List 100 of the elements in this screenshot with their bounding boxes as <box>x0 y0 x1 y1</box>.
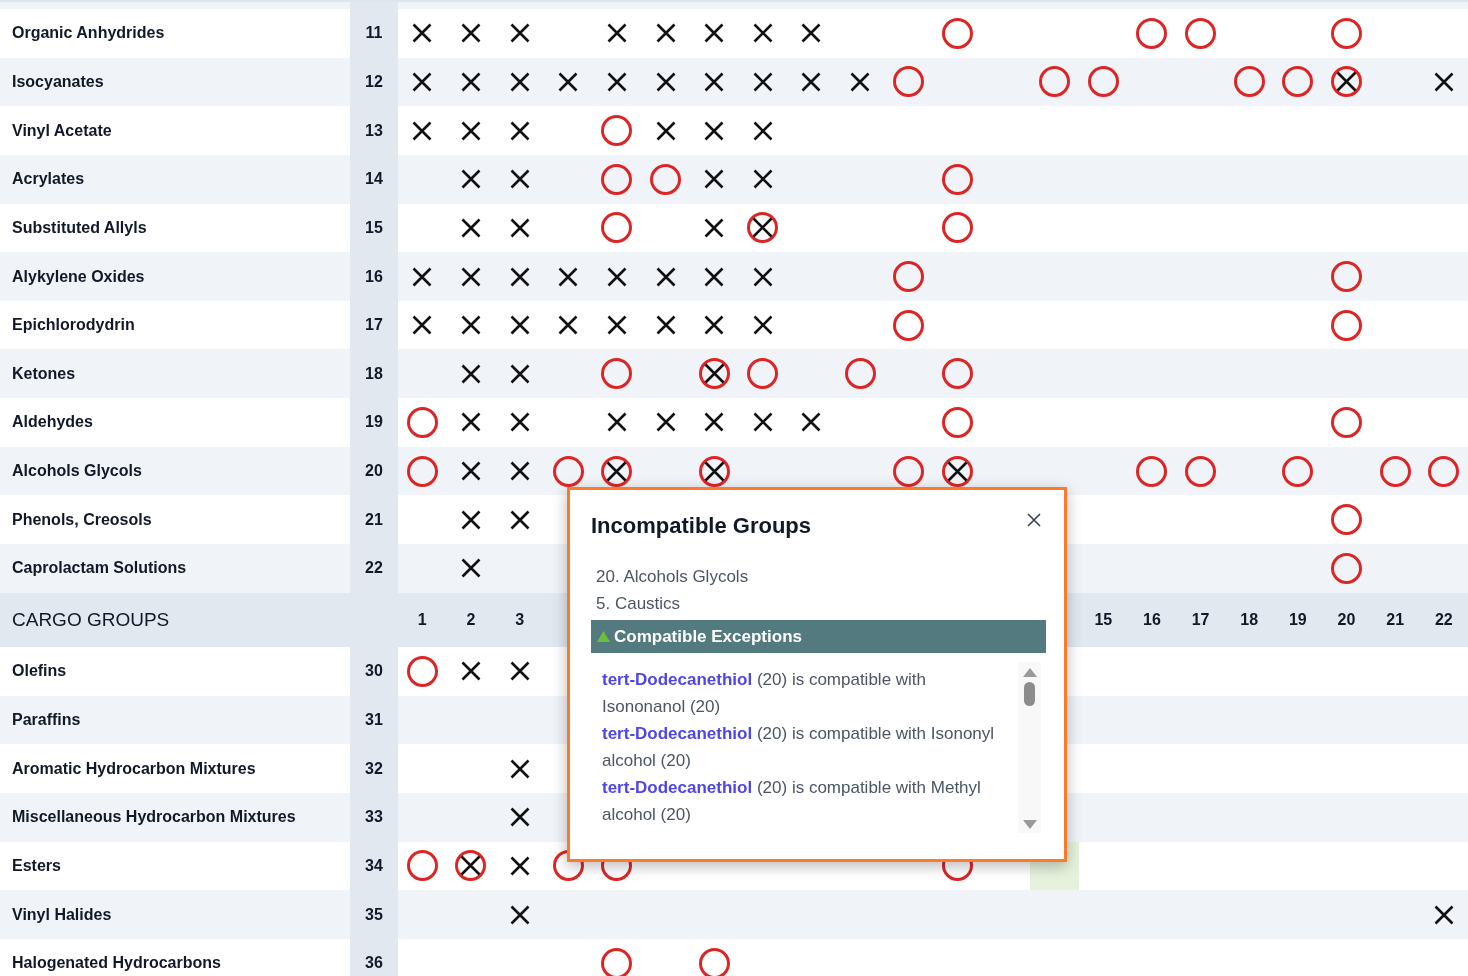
group-name: Halogenated Hydrocarbons <box>12 953 221 974</box>
cross-icon <box>655 23 676 44</box>
cross-icon <box>850 71 871 92</box>
crossed-circle-icon <box>1331 66 1362 98</box>
cross-icon <box>558 315 579 336</box>
cross-icon <box>412 266 433 287</box>
cross-icon <box>606 71 627 92</box>
cross-icon <box>460 217 481 238</box>
cross-icon <box>655 412 676 433</box>
cross-icon <box>752 315 773 336</box>
cross-icon <box>509 363 530 384</box>
group-number-cell: 16 <box>350 252 398 301</box>
circle-icon <box>601 358 633 390</box>
exception-sentence: tert-Dodecanethiol (20) is compatible with Methyl alcohol (20) <box>602 777 982 826</box>
scroll-up-arrow-icon[interactable] <box>1022 668 1037 677</box>
cross-icon <box>704 315 725 336</box>
cross-icon <box>606 412 627 433</box>
circle-icon <box>893 66 925 98</box>
circle-icon <box>1379 455 1411 487</box>
cross-icon <box>509 120 530 141</box>
cross-icon <box>704 120 725 141</box>
circle-icon <box>1233 66 1265 98</box>
scroll-down-arrow-icon[interactable] <box>1022 820 1037 829</box>
crossed-circle-icon <box>698 358 730 390</box>
circle-icon <box>941 406 973 438</box>
column-number: 20 <box>1337 609 1356 630</box>
group-name: Epichlorodydrin <box>12 315 135 336</box>
substance-link[interactable]: tert-Dodecanethiol <box>602 724 753 743</box>
circle-icon <box>406 455 438 487</box>
cross-icon <box>752 169 773 190</box>
cross-icon <box>801 23 822 44</box>
cross-icon <box>412 120 433 141</box>
cross-icon <box>752 412 773 433</box>
cross-icon <box>704 266 725 287</box>
group-number-cell: 18 <box>350 349 398 399</box>
incompatible-group: 20. Alcohols Glycols <box>596 563 1046 590</box>
circle-icon <box>941 17 973 49</box>
group-name: Alykylene Oxides <box>12 266 145 287</box>
group-number-cell: 34 <box>350 841 398 891</box>
cross-icon <box>509 217 530 238</box>
section-title: CARGO GROUPS <box>12 607 170 632</box>
circle-icon <box>406 406 438 438</box>
crossed-circle-icon <box>601 455 633 487</box>
substance-link[interactable]: tert-Dodecanethiol <box>602 670 753 689</box>
cross-icon <box>606 23 627 44</box>
cross-icon <box>460 71 481 92</box>
circle-icon <box>1282 66 1314 98</box>
exceptions-toggle[interactable]: Compatible Exceptions <box>591 620 1046 653</box>
column-number: 1 <box>417 609 427 630</box>
circle-icon <box>1185 17 1217 49</box>
circle-icon <box>1331 309 1362 341</box>
group-number-cell: 12 <box>350 57 398 107</box>
circle-icon <box>747 358 779 390</box>
cross-icon <box>509 509 530 530</box>
cross-icon <box>752 71 773 92</box>
circle-icon <box>601 163 633 195</box>
cross-icon <box>460 315 481 336</box>
group-number-cell: 11 <box>350 9 398 58</box>
cross-icon <box>460 23 481 44</box>
circle-icon <box>1087 66 1119 98</box>
cross-icon <box>509 315 530 336</box>
group-name: Ketones <box>12 363 76 384</box>
cross-icon <box>801 412 822 433</box>
group-number-cell: 31 <box>350 695 398 745</box>
circle-icon <box>601 212 633 244</box>
column-number: 19 <box>1288 609 1307 630</box>
column-number: 22 <box>1434 609 1453 630</box>
crossed-circle-icon <box>747 212 779 244</box>
group-name: Organic Anhydrides <box>12 23 165 44</box>
circle-icon <box>893 309 925 341</box>
cross-icon <box>509 855 530 876</box>
cross-icon <box>460 661 481 682</box>
group-number-cell: 20 <box>350 446 398 496</box>
cross-icon <box>704 217 725 238</box>
cross-icon <box>704 412 725 433</box>
circle-icon <box>844 358 876 390</box>
cross-icon <box>655 266 676 287</box>
scrollbar-thumb[interactable] <box>1024 682 1035 706</box>
circle-icon <box>601 115 633 147</box>
cross-icon <box>460 461 481 482</box>
group-name: Acrylates <box>12 169 85 190</box>
cross-icon <box>509 461 530 482</box>
cross-icon <box>655 315 676 336</box>
cross-icon <box>412 71 433 92</box>
circle-icon <box>406 655 438 687</box>
triangle-up-icon <box>597 631 610 642</box>
group-name: Aldehydes <box>12 412 93 433</box>
circle-icon <box>406 850 438 882</box>
column-number: 16 <box>1143 609 1161 630</box>
cross-icon <box>460 363 481 384</box>
substance-link[interactable]: tert-Dodecanethiol <box>602 778 753 797</box>
incompatible-group: 5. Caustics <box>596 590 1046 617</box>
circle-icon <box>1428 455 1460 487</box>
cross-icon <box>460 509 481 530</box>
cross-icon <box>606 315 627 336</box>
circle-icon <box>1136 17 1168 49</box>
cross-icon <box>460 120 481 141</box>
cross-icon <box>1433 71 1454 92</box>
cross-icon <box>558 266 579 287</box>
group-number-cell: 22 <box>350 544 398 593</box>
